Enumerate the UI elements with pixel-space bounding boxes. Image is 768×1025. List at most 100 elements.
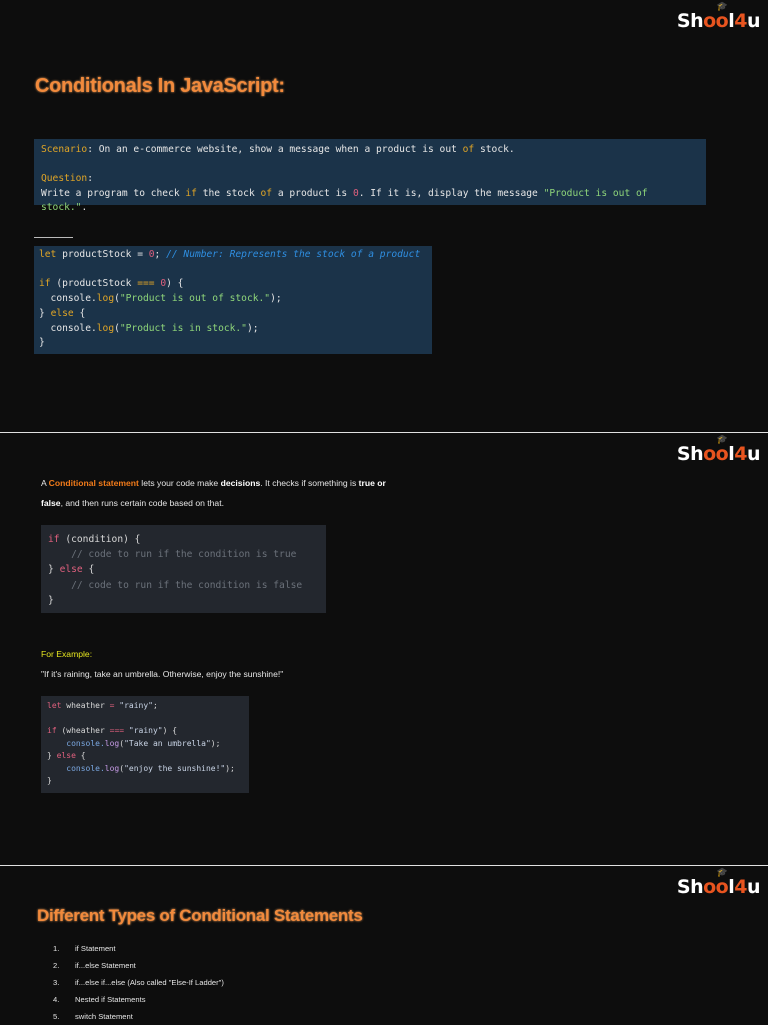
code-line: console.log("Take an umbrella");	[47, 738, 243, 751]
list-item: 2. if...else Statement	[53, 961, 136, 970]
code-token: }	[48, 564, 60, 576]
school4u-logo: 🎓 Shool4u	[676, 435, 761, 465]
code-line: }	[48, 593, 319, 608]
code-token: "rainy"	[128, 726, 163, 735]
code-token: // code to run if the condition is true	[48, 549, 297, 561]
code-line: if (condition) {	[48, 532, 319, 547]
code-token: );	[270, 293, 282, 305]
code-token: log	[104, 738, 120, 748]
code-token: if	[47, 726, 57, 735]
code-token: ) {	[166, 278, 184, 290]
code-token: (wheather	[56, 726, 110, 735]
code-line: if (wheather === "rainy") {	[47, 725, 243, 738]
code-token: {	[82, 564, 95, 576]
list-item: 5. switch Statement	[53, 1012, 133, 1021]
list-item: 1. if Statement	[53, 944, 116, 953]
scenario-label: Scenario	[41, 144, 88, 155]
example-quote: "If it's raining, take an umbrella. Othe…	[41, 669, 284, 679]
question-colon: :	[87, 173, 93, 184]
code-token: ;	[154, 249, 167, 260]
slide-conditional-statement: 🎓 Shool4u A Conditional statement lets yo…	[0, 433, 768, 865]
graduation-cap-icon: 🎓	[716, 435, 728, 445]
code-token: if	[48, 534, 60, 545]
code-token: );	[225, 763, 235, 773]
code-token: "rainy"	[119, 701, 153, 710]
graduation-cap-icon: 🎓	[716, 2, 728, 12]
code-token: let	[39, 249, 57, 260]
code-line: }	[47, 775, 243, 788]
code-token: }	[48, 594, 54, 606]
page-title: Conditionals In JavaScript:	[35, 75, 285, 97]
code-line: // code to run if the condition is false	[48, 578, 319, 593]
divider	[34, 237, 73, 238]
scenario-text: stock.	[474, 144, 515, 155]
code-token: console.	[39, 293, 97, 305]
code-line: // code to run if the condition is true	[48, 547, 319, 562]
code-token: ===	[137, 278, 155, 290]
code-token: ;	[153, 701, 158, 710]
section-title: Different Types of Conditional Statement…	[37, 906, 363, 925]
code-block-syntax: if (condition) { // code to run if the c…	[41, 525, 326, 613]
code-token: wheather	[61, 701, 110, 710]
code-token: log	[104, 763, 120, 773]
code-token: productStock =	[56, 249, 149, 260]
code-line: let wheather = "rainy";	[47, 700, 243, 713]
code-line: } else {	[39, 307, 427, 322]
code-token: {	[73, 307, 86, 319]
code-token: );	[210, 738, 221, 748]
code-token: else	[59, 564, 83, 576]
code-line: } else {	[48, 562, 319, 577]
definition-line-1: A Conditional statement lets your code m…	[41, 478, 386, 488]
slide-conditionals-intro: 🎓 Shool4u Conditionals In JavaScript: Sce…	[0, 0, 768, 432]
school4u-logo: 🎓 Shool4u	[676, 2, 761, 32]
list-item: 4. Nested if Statements	[53, 995, 146, 1004]
code-token: }	[39, 337, 45, 349]
code-block-product-stock: let productStock = 0; // Number: Represe…	[34, 246, 432, 354]
code-token: log	[96, 293, 115, 305]
code-token: );	[246, 322, 259, 334]
code-token: // code to run if the condition is false	[48, 579, 303, 591]
school4u-logo: 🎓 Shool4u	[676, 868, 761, 898]
code-token: ) {	[162, 726, 178, 735]
code-token: "Product is in stock."	[119, 322, 247, 334]
code-token: else	[50, 307, 74, 319]
question-label: Question	[41, 173, 88, 184]
code-token: log	[96, 322, 115, 334]
code-token: (productStock	[50, 278, 138, 290]
definition-line-2: false, and then runs certain code based …	[41, 498, 224, 508]
code-token: (condition) {	[59, 534, 141, 545]
code-token: ===	[109, 726, 125, 735]
slide-types-of-conditionals: 🎓 Shool4u Different Types of Conditional …	[0, 866, 768, 1024]
code-token: {	[75, 751, 86, 760]
code-token: else	[56, 751, 76, 760]
code-token: if	[39, 278, 51, 290]
question-text: Write a program to check if the stock of…	[41, 187, 648, 214]
code-token: }	[47, 751, 57, 760]
code-line: }	[39, 336, 427, 351]
code-line: if (productStock === 0) {	[39, 277, 427, 292]
scenario-text: of	[462, 144, 475, 155]
code-line: } else {	[47, 750, 243, 763]
code-token: console.	[39, 322, 97, 334]
code-line: console.log("Product is in stock.");	[39, 322, 427, 337]
code-line: console.log("Product is out of stock.");	[39, 292, 427, 307]
scenario-text: : On an e-commerce website, show a messa…	[87, 144, 463, 155]
code-block-weather-example: let wheather = "rainy"; if (wheather ===…	[41, 696, 249, 793]
code-line: console.log("enjoy the sunshine!");	[47, 763, 243, 776]
conditional-types-list: 1. if Statement 2. if...else Statement 3. i…	[53, 940, 224, 1025]
code-token: "enjoy the sunshine!"	[124, 763, 226, 773]
graduation-cap-icon: 🎓	[716, 868, 728, 878]
scenario-box: Scenario: On an e-commerce website, show…	[34, 139, 706, 213]
list-item: 3. if...else if...else (Also called "Else…	[53, 978, 224, 987]
code-token: // Number: Represents the stock of a pro…	[166, 249, 421, 260]
code-token: "Product is out of stock."	[119, 293, 271, 305]
code-token: let	[47, 701, 62, 710]
code-token: console.	[47, 738, 105, 748]
code-token: "Take an umbrella"	[124, 738, 211, 748]
code-token: console.	[47, 763, 105, 773]
code-line: let productStock = 0; // Number: Represe…	[39, 248, 427, 263]
example-label: For Example:	[41, 649, 93, 659]
code-token: }	[39, 307, 51, 319]
